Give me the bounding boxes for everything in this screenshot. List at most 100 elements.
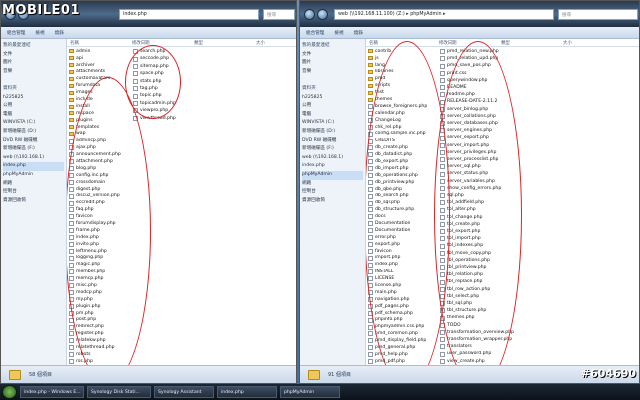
list-item[interactable]: INSTALL [368, 269, 438, 276]
list-item[interactable]: server_binlog.php [440, 106, 524, 113]
nav-item[interactable]: phpMyAdmin [302, 170, 363, 180]
list-item[interactable]: pdf_pages.php [368, 303, 438, 310]
list-item[interactable]: forumdisplay.php [69, 220, 131, 227]
list-item[interactable]: my.php [69, 296, 131, 303]
list-item[interactable]: db_qbe.php [368, 186, 438, 193]
list-item[interactable]: sql.php [440, 192, 524, 199]
list-item[interactable]: server_export.php [440, 134, 524, 141]
view-button[interactable]: 檢視 [334, 30, 343, 36]
nav-item[interactable]: 音樂 [302, 68, 363, 77]
list-item[interactable]: frame.php [69, 227, 131, 234]
list-item[interactable]: server_import.php [440, 142, 524, 149]
list-item[interactable]: themes.php [440, 315, 524, 322]
list-item[interactable]: blog.php [69, 165, 131, 172]
list-item[interactable]: images [69, 89, 131, 96]
nav-item[interactable]: 新增磁碟區 (F:) [3, 145, 64, 154]
nav-item[interactable]: WINVISTA (C:) [302, 119, 363, 128]
nav-item[interactable]: 文件 [302, 51, 363, 60]
list-item[interactable]: seccode.php [133, 55, 195, 62]
list-item[interactable]: pmd_relation_upd.php [440, 55, 524, 62]
list-item[interactable]: favicon [368, 248, 438, 255]
list-item[interactable]: tbl_change.php [440, 214, 524, 221]
nav-item[interactable]: 控制台 [3, 188, 64, 197]
taskbar-item[interactable]: index.php - Windows E... [20, 386, 84, 398]
taskbar-item[interactable]: Synology Disk Stati... [87, 386, 151, 398]
list-item[interactable]: tbl_indexes.php [440, 242, 524, 249]
nav-item[interactable]: web (\\192.168.1) [3, 154, 64, 163]
nav-item[interactable]: 圖片 [3, 59, 64, 68]
list-item[interactable]: sitemap.php [133, 63, 195, 70]
list-item[interactable]: pdf_schema.php [368, 310, 438, 317]
list-item[interactable]: discuz_version.php [69, 193, 131, 200]
list-item[interactable]: pmd_save_pos.php [440, 62, 524, 69]
list-item[interactable]: api [69, 55, 131, 62]
list-item[interactable]: mspace [69, 110, 131, 117]
list-item[interactable]: logging.php [69, 255, 131, 262]
list-item[interactable]: server_sql.php [440, 163, 524, 170]
list-item[interactable]: TODO [440, 322, 524, 329]
column-modified[interactable]: 修改日期 [436, 40, 498, 46]
list-item[interactable]: ChangeLog [368, 117, 438, 124]
list-item[interactable]: CREDITS [368, 138, 438, 145]
nav-item[interactable]: 新增磁碟區 (D:) [302, 128, 363, 137]
nav-item[interactable]: 音樂 [3, 68, 64, 77]
list-item[interactable]: register.php [69, 331, 131, 338]
list-item[interactable]: js [368, 55, 438, 62]
taskbar-item[interactable]: phpMyAdmin [280, 386, 340, 398]
list-item[interactable]: customavatars [69, 76, 131, 83]
list-item[interactable]: viewpro.php [133, 107, 195, 114]
list-item[interactable]: db_structure.php [368, 206, 438, 213]
nav-item[interactable]: DVD RW 磁碟機 [3, 137, 64, 146]
list-item[interactable]: import.php [368, 255, 438, 262]
list-item[interactable]: templates [69, 124, 131, 131]
list-item[interactable]: install [69, 103, 131, 110]
list-item[interactable]: redirect.php [69, 324, 131, 331]
list-item[interactable]: db_sql.php [368, 200, 438, 207]
list-item[interactable]: member.php [69, 269, 131, 276]
list-item[interactable]: RELEASE-DATE-2.11.2 [440, 98, 524, 105]
list-item[interactable]: archiver [69, 62, 131, 69]
nav-item[interactable]: index.php [3, 162, 64, 171]
list-item[interactable]: post.php [69, 317, 131, 324]
taskbar-item[interactable]: Synology Assistant [154, 386, 214, 398]
column-size[interactable]: 大小 [560, 40, 590, 46]
nav-item[interactable]: 文件 [3, 51, 64, 60]
back-icon[interactable] [304, 9, 315, 20]
organize-button[interactable]: 組合管理 [7, 30, 25, 36]
list-item[interactable]: themes [368, 96, 438, 103]
list-item[interactable]: db_create.php [368, 144, 438, 151]
start-button[interactable] [2, 385, 17, 399]
nav-item[interactable]: phpMyAdmin [3, 171, 64, 180]
list-item[interactable]: server_status.php [440, 170, 524, 177]
nav-item[interactable]: 網路 [3, 180, 64, 189]
nav-item[interactable]: 電腦 [302, 111, 363, 120]
burn-button[interactable]: 燒錄 [55, 30, 64, 36]
list-item[interactable]: forumdata [69, 82, 131, 89]
list-item[interactable]: space.php [133, 70, 195, 77]
nav-item[interactable]: 新增磁碟區 (D:) [3, 128, 64, 137]
list-item[interactable]: plugins [69, 117, 131, 124]
list-item[interactable]: tbl_sql.php [440, 300, 524, 307]
list-item[interactable]: eccredit.php [69, 200, 131, 207]
list-item[interactable]: db_datadict.php [368, 151, 438, 158]
list-item[interactable]: tbl_operations.php [440, 257, 524, 264]
list-item[interactable]: wap [69, 131, 131, 138]
list-item[interactable]: modcp.php [69, 289, 131, 296]
column-type[interactable]: 類型 [191, 40, 253, 46]
list-item[interactable]: server_processlist.php [440, 156, 524, 163]
list-item[interactable]: view_create.php [440, 358, 524, 365]
list-item[interactable]: pmd_general.php [368, 344, 438, 351]
list-item[interactable]: main.php [368, 289, 438, 296]
list-item[interactable]: error.php [368, 234, 438, 241]
titlebar[interactable]: web (\\192.168.11.100) (Z:) ▸ phpMyAdmin… [300, 1, 639, 27]
list-item[interactable]: crossdomain [69, 179, 131, 186]
list-item[interactable]: db_operations.php [368, 172, 438, 179]
list-item[interactable]: tbl_move_copy.php [440, 250, 524, 257]
list-item[interactable]: navigation.php [368, 296, 438, 303]
list-item[interactable]: favicon [69, 213, 131, 220]
nav-item[interactable]: 網路 [302, 180, 363, 189]
column-modified[interactable]: 修改日期 [129, 40, 191, 46]
list-item[interactable]: user_password.php [440, 351, 524, 358]
search-input[interactable]: 搜尋 [558, 9, 638, 20]
list-item[interactable]: libraries [368, 69, 438, 76]
